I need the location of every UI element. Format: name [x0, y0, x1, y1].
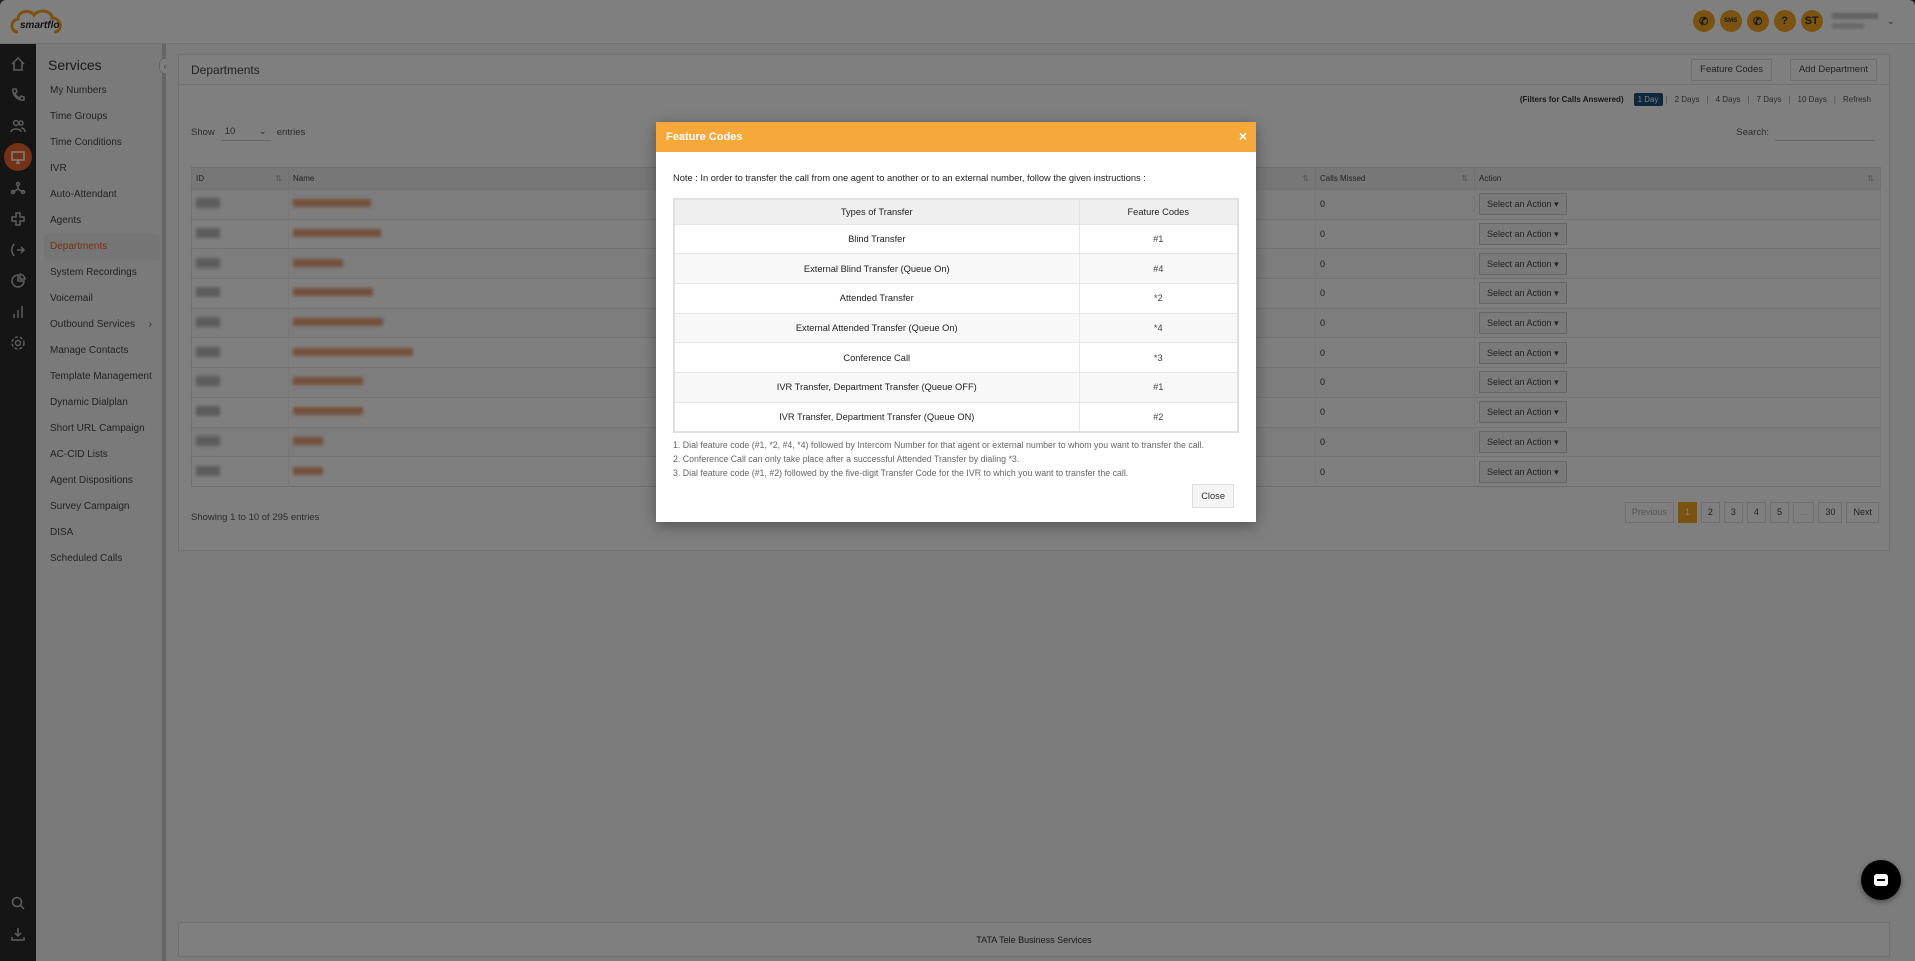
cell-feature-code: #2 [1079, 401, 1239, 432]
cell-feature-code: #1 [1079, 223, 1239, 254]
instruction-line: 2. Conference Call can only take place a… [673, 454, 1020, 464]
cell-transfer-type: Conference Call [674, 342, 1080, 373]
close-icon[interactable]: × [1239, 128, 1247, 144]
chat-widget-button[interactable] [1861, 860, 1901, 900]
feature-codes-table: Types of Transfer Feature Codes Blind Tr… [673, 198, 1239, 433]
chat-icon [1874, 874, 1888, 886]
close-button[interactable]: Close [1192, 484, 1234, 508]
cell-transfer-type: Attended Transfer [674, 282, 1080, 314]
table-row: Blind Transfer #1 [674, 223, 1239, 254]
table-row: Conference Call *3 [674, 342, 1239, 373]
cell-transfer-type: Blind Transfer [674, 223, 1080, 254]
cell-transfer-type: External Blind Transfer (Queue On) [674, 253, 1080, 284]
instructions: 1. Dial feature code (#1, *2, #4, *4) fo… [673, 438, 1204, 480]
instruction-line: 3. Dial feature code (#1, #2) followed b… [673, 468, 1129, 478]
table-row: IVR Transfer, Department Transfer (Queue… [674, 401, 1239, 432]
column-header-code: Feature Codes [1079, 199, 1239, 224]
cell-feature-code: *2 [1079, 282, 1239, 314]
cell-transfer-type: IVR Transfer, Department Transfer (Queue… [674, 371, 1080, 403]
table-row: External Blind Transfer (Queue On) #4 [674, 253, 1239, 284]
cell-feature-code: *4 [1079, 312, 1239, 343]
cell-feature-code: #4 [1079, 253, 1239, 284]
column-header-type: Types of Transfer [674, 199, 1080, 224]
cell-transfer-type: External Attended Transfer (Queue On) [674, 312, 1080, 343]
modal-title: Feature Codes [666, 131, 743, 143]
instruction-line: 1. Dial feature code (#1, *2, #4, *4) fo… [673, 440, 1205, 450]
cell-transfer-type: IVR Transfer, Department Transfer (Queue… [674, 401, 1080, 432]
modal-note: Note : In order to transfer the call fro… [673, 173, 1146, 183]
feature-codes-modal: Feature Codes × Note : In order to trans… [656, 122, 1256, 522]
cell-feature-code: #1 [1079, 371, 1239, 403]
table-row: Attended Transfer *2 [674, 282, 1239, 314]
table-row: External Attended Transfer (Queue On) *4 [674, 312, 1239, 343]
cell-feature-code: *3 [1079, 342, 1239, 373]
table-row: IVR Transfer, Department Transfer (Queue… [674, 371, 1239, 403]
